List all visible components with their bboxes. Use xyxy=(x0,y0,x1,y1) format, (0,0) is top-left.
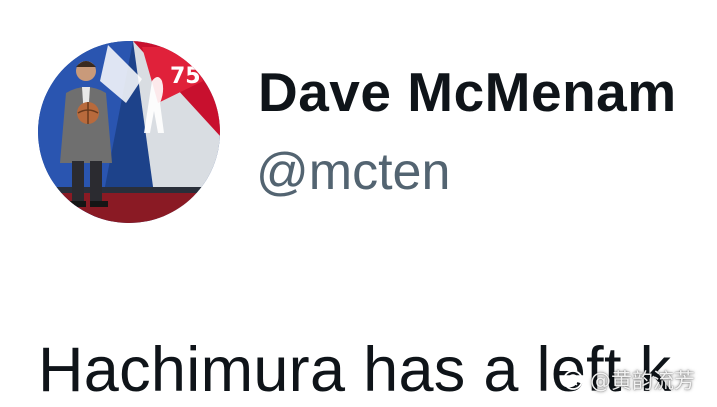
avatar-image: 75 xyxy=(38,41,220,223)
tweet-card: 75 Dave McMenam @mcten Hachimura has a l… xyxy=(0,0,717,407)
profile-avatar[interactable]: 75 xyxy=(38,41,220,223)
watermark: @黄韵流芳 xyxy=(562,365,695,395)
profile-handle[interactable]: @mcten xyxy=(256,142,450,202)
avatar-logo-text: 75 xyxy=(170,64,201,89)
watermark-text: @黄韵流芳 xyxy=(590,369,695,393)
watermark-logo-icon xyxy=(563,370,583,390)
profile-display-name[interactable]: Dave McMenam xyxy=(258,60,677,124)
